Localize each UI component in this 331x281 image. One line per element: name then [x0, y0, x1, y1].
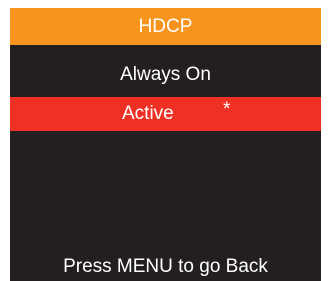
- menu-item-label: Active: [122, 103, 174, 124]
- menu-item-active[interactable]: Active *: [10, 97, 321, 131]
- menu-item-always-on[interactable]: Always On: [10, 58, 321, 92]
- menu-item-label: Always On: [120, 64, 211, 85]
- back-hint: Press MENU to go Back: [63, 256, 268, 277]
- selected-marker: *: [223, 99, 231, 120]
- osd-menu-screen: HDCP Always On Active * Press MENU to go…: [10, 8, 321, 281]
- menu-title: HDCP: [10, 8, 321, 45]
